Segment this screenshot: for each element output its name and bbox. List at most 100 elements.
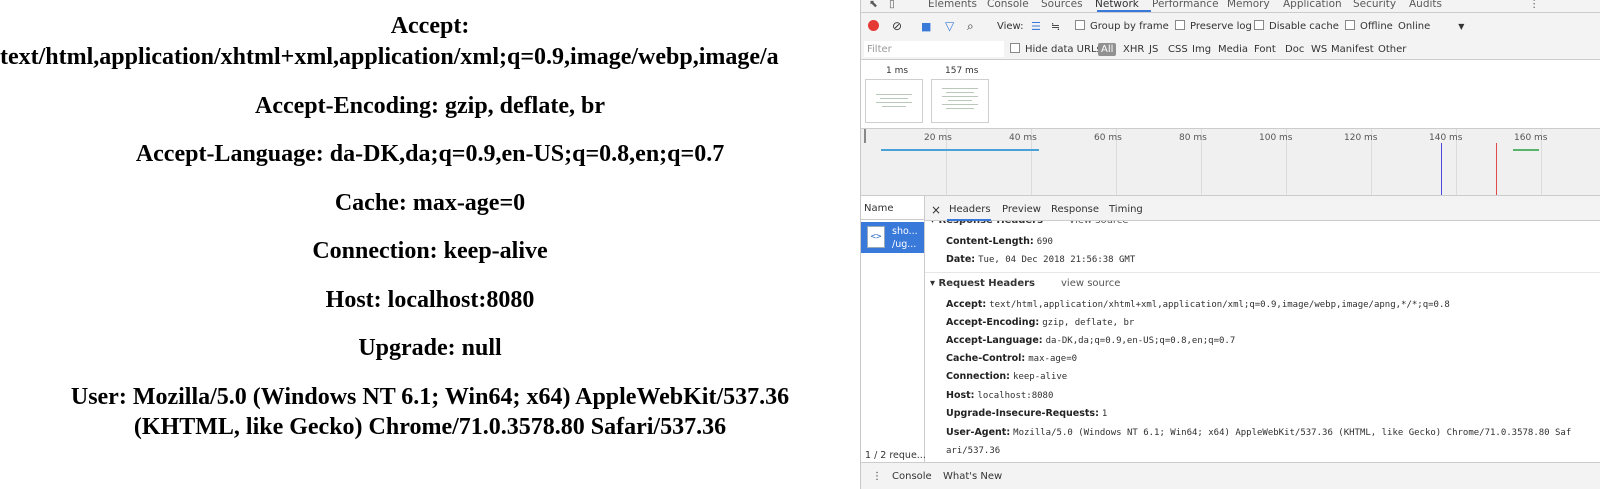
request-path: /ug... (892, 239, 917, 250)
header-row: Date: Tue, 04 Dec 2018 21:56:38 GMT (946, 253, 1135, 267)
screenshot-thumbnail-1[interactable] (865, 79, 923, 123)
header-row: Connection: keep-alive (946, 370, 1067, 384)
request-headers-section[interactable]: ▾ Request Headers view source (930, 278, 1120, 289)
large-rows-icon[interactable]: ☰ (1031, 13, 1041, 40)
disable-cache-checkbox[interactable]: Disable cache (1254, 13, 1339, 40)
header-row: Cache-Control: max-age=0 (946, 352, 1077, 366)
view-source-link[interactable]: view source (1061, 278, 1120, 289)
filter-type-ws[interactable]: WS (1311, 40, 1327, 59)
page-line-connection: Connection: keep-alive (312, 238, 548, 264)
drawer-tab-whats-new[interactable]: What's New (943, 471, 1002, 482)
screenshot-thumbnail-2[interactable] (931, 79, 989, 123)
header-key: Cache-Control: (946, 353, 1026, 364)
tab-memory[interactable]: Memory (1227, 0, 1270, 11)
tab-security[interactable]: Security (1353, 0, 1396, 11)
screenshot-time-1: 1 ms (886, 66, 909, 76)
header-key: Accept: (946, 299, 987, 310)
active-tab-indicator (1097, 10, 1151, 12)
clear-icon[interactable]: ⊘ (892, 13, 902, 40)
tab-elements[interactable]: Elements (928, 0, 977, 11)
timeline-tick: 40 ms (1009, 133, 1037, 143)
filter-input[interactable] (864, 41, 1004, 57)
dom-content-loaded-line (1441, 143, 1442, 195)
request-detail-panel: × Headers Preview Response Timing ▾ Resp… (925, 196, 1600, 462)
header-value: da-DK,da;q=0.9,en-US;q=0.8,en;q=0.7 (1045, 336, 1236, 346)
header-row: Content-Length: 690 (946, 235, 1053, 249)
timeline-tick: 60 ms (1094, 133, 1122, 143)
page-line-accept-encoding: Accept-Encoding: gzip, deflate, br (255, 93, 605, 119)
capture-screenshots-icon[interactable]: ■ (921, 13, 931, 40)
tab-application[interactable]: Application (1283, 0, 1342, 11)
header-row: Host: localhost:8080 (946, 389, 1053, 403)
throttling-select[interactable]: Online ▼ (1398, 13, 1464, 40)
name-column-header[interactable]: Name (861, 196, 924, 220)
page-line-host: Host: localhost:8080 (325, 287, 535, 313)
filter-type-css[interactable]: CSS (1168, 40, 1188, 59)
close-icon[interactable]: × (931, 196, 941, 224)
tab-performance[interactable]: Performance (1152, 0, 1219, 11)
hide-data-urls-label: Hide data URLs (1025, 44, 1102, 55)
tab-response[interactable]: Response (1051, 196, 1099, 224)
header-row: Accept: text/html,application/xhtml+xml,… (946, 298, 1450, 312)
request-summary: 1 / 2 reque... (865, 450, 926, 461)
filter-icon[interactable]: ▽ (945, 13, 954, 40)
devtools-panel: ⬉ ▯ Elements Console Sources Network Per… (860, 0, 1600, 489)
filter-type-manifest[interactable]: Manifest (1331, 40, 1374, 59)
filter-type-other[interactable]: Other (1378, 40, 1406, 59)
view-label: View: (997, 21, 1024, 32)
header-value: Tue, 04 Dec 2018 21:56:38 GMT (978, 255, 1136, 265)
record-icon[interactable] (868, 13, 879, 40)
header-key: Date: (946, 254, 976, 265)
filter-type-js[interactable]: JS (1149, 40, 1158, 59)
group-by-frame-checkbox[interactable]: Group by frame (1075, 13, 1169, 40)
overview-icon[interactable]: ≒ (1051, 13, 1060, 40)
chevron-down-icon: ▼ (1458, 22, 1465, 31)
filter-type-font[interactable]: Font (1254, 40, 1276, 59)
timeline-tick: 100 ms (1259, 133, 1293, 143)
device-toolbar-icon[interactable]: ▯ (889, 0, 895, 11)
timeline-start-marker (864, 129, 866, 143)
request-waterfall-bar (881, 149, 1039, 151)
document-icon: <> (867, 226, 885, 248)
header-value: ari/537.36 (946, 446, 1001, 456)
search-icon[interactable]: ⌕ (967, 13, 974, 40)
header-value: max-age=0 (1028, 354, 1078, 364)
tab-console[interactable]: Console (987, 0, 1029, 11)
detail-tabbar: × Headers Preview Response Timing (925, 196, 1600, 221)
request-list: Name <> sho... /ug... 1 / 2 reque... (861, 196, 926, 489)
preserve-log-checkbox[interactable]: Preserve log (1175, 13, 1252, 40)
disable-cache-label: Disable cache (1269, 21, 1339, 32)
page-line-accept-language: Accept-Language: da-DK,da;q=0.9,en-US;q=… (135, 141, 725, 167)
timeline-overview[interactable]: 20 ms 40 ms 60 ms 80 ms 100 ms 120 ms 14… (861, 129, 1600, 196)
request-row[interactable]: <> sho... /ug... (861, 222, 924, 253)
filter-type-media[interactable]: Media (1218, 40, 1248, 59)
tab-timing[interactable]: Timing (1109, 196, 1143, 224)
active-detail-tab-indicator (947, 219, 991, 221)
page-line-user-agent-2: (KHTML, like Gecko) Chrome/71.0.3578.80 … (133, 414, 727, 440)
network-toolbar: ⊘ ■ ▽ ⌕ View: ☰ ≒ Group by frame Preserv… (861, 13, 1600, 41)
header-row: Accept-Encoding: gzip, deflate, br (946, 316, 1134, 330)
tab-sources[interactable]: Sources (1041, 0, 1083, 11)
tab-preview[interactable]: Preview (1002, 196, 1041, 224)
filter-type-all[interactable]: All (1098, 43, 1117, 56)
page-line-upgrade: Upgrade: null (358, 335, 502, 361)
header-key: User-Agent: (946, 427, 1011, 438)
filter-type-xhr[interactable]: XHR (1123, 40, 1144, 59)
more-options-icon[interactable]: ⋮ (1529, 0, 1540, 11)
filter-type-doc[interactable]: Doc (1285, 40, 1304, 59)
devtools-tabbar: ⬉ ▯ Elements Console Sources Network Per… (861, 0, 1600, 13)
header-value: 690 (1036, 237, 1053, 247)
offline-checkbox[interactable]: Offline (1345, 13, 1393, 40)
inspect-element-icon[interactable]: ⬉ (869, 0, 878, 11)
header-key: Connection: (946, 371, 1010, 382)
filter-type-img[interactable]: Img (1192, 40, 1211, 59)
header-key: Accept-Encoding: (946, 317, 1040, 328)
console-drawer: ⋮ Console What's New (861, 462, 1600, 489)
screenshot-time-2: 157 ms (945, 66, 979, 76)
offline-label: Offline (1360, 21, 1393, 32)
hide-data-urls-checkbox[interactable]: Hide data URLs (1010, 40, 1102, 59)
drawer-tab-console[interactable]: Console (892, 471, 932, 482)
tab-audits[interactable]: Audits (1409, 0, 1442, 11)
drawer-menu-icon[interactable]: ⋮ (872, 471, 882, 482)
load-event-line (1496, 143, 1497, 195)
